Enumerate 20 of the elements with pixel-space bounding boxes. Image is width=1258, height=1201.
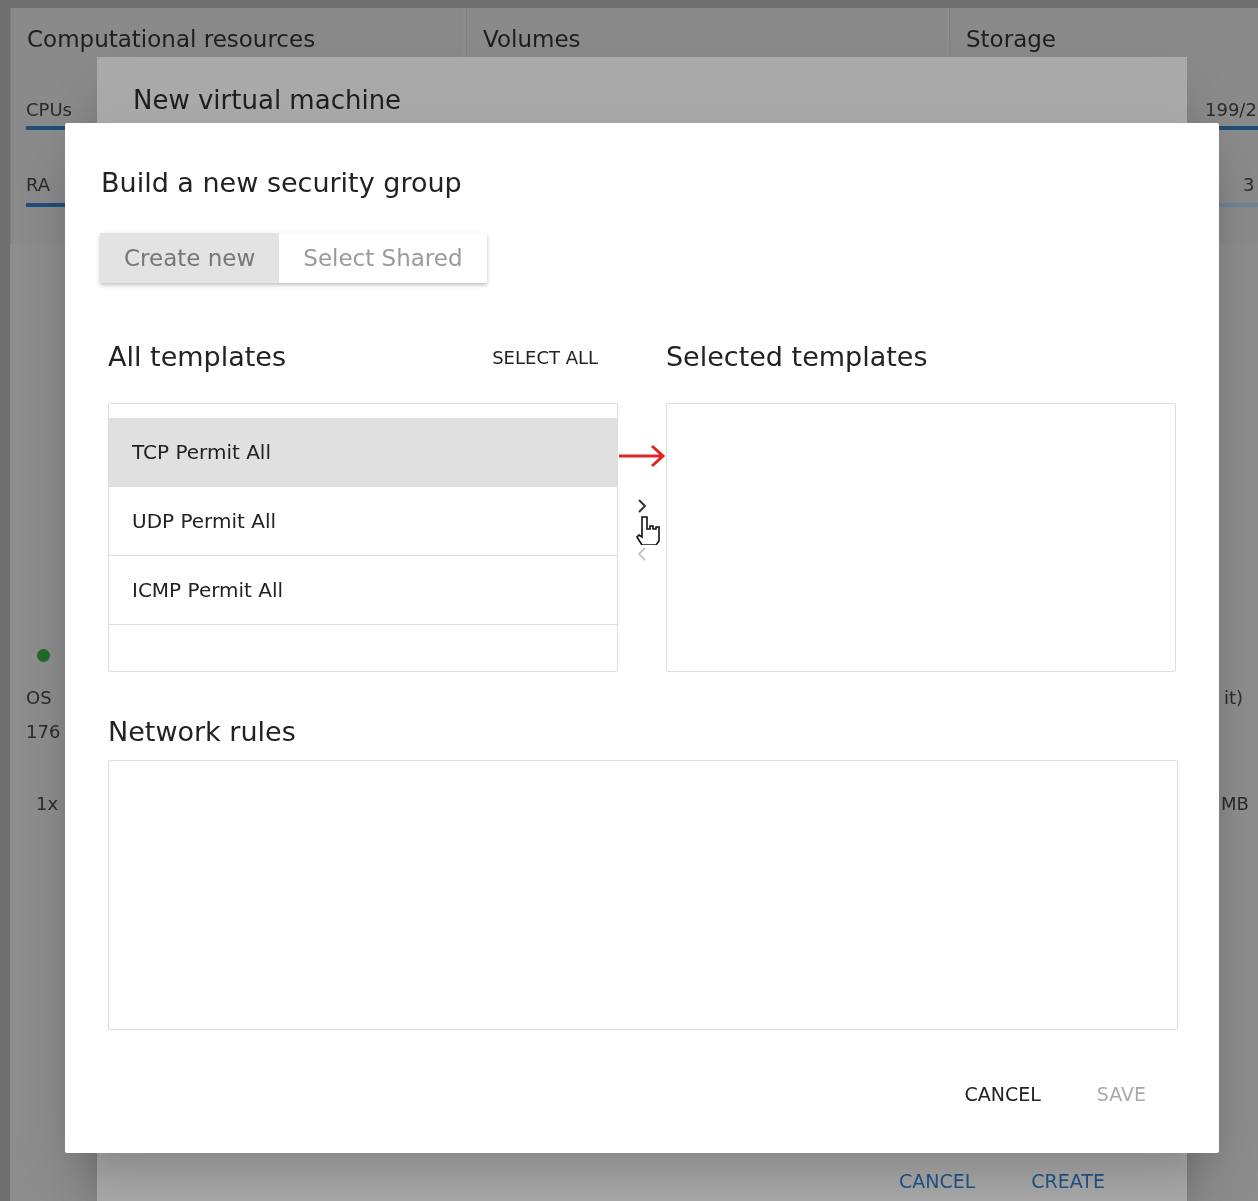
background-label: MB [1221,792,1249,816]
background-label: OS [26,686,52,710]
dialog-title: Build a new security group [101,166,463,199]
background-label: 3 [1243,173,1255,197]
dialog-title: New virtual machine [133,84,402,117]
select-all-button[interactable]: SELECT ALL [492,343,599,371]
section-heading: All templates [108,339,286,374]
background-label: it) [1224,686,1244,710]
cancel-button[interactable]: CANCEL [954,1076,1051,1113]
section-heading: Selected templates [665,339,929,374]
background-label: 1x [36,792,59,816]
card-title: Storage [966,25,1056,54]
background-label: 199/2 [1205,98,1257,122]
section-heading: Network rules [108,714,297,749]
card-title: Volumes [483,25,581,54]
background-label: 176 [26,720,61,744]
card-title: Computational resources [27,25,316,54]
list-item[interactable]: TCP Permit All [109,418,618,487]
background-label: RA [26,173,51,197]
background-label: CPUs [26,98,72,122]
